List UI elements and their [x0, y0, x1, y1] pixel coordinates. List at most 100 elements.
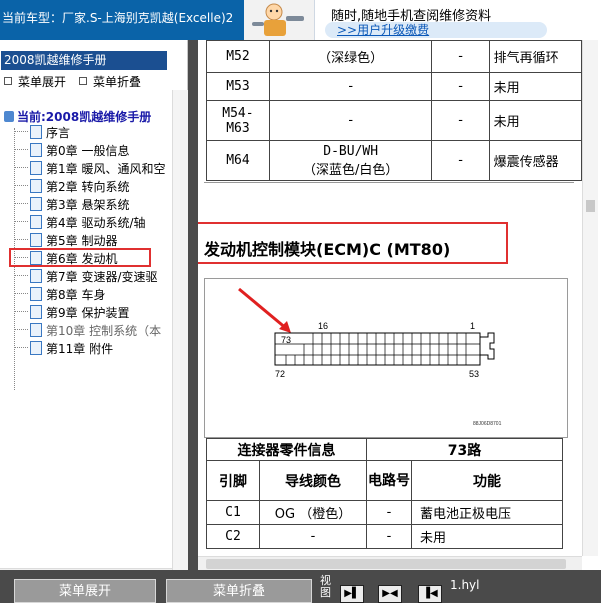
page-icon [30, 323, 42, 337]
pin-cell: C1 [206, 500, 260, 525]
tree-item-ch11[interactable]: 第11章 附件 [14, 340, 174, 358]
tree-item-preface[interactable]: 序言 [14, 124, 174, 142]
page-icon [30, 125, 42, 139]
table-header-row: 引脚 导线颜色 电路号 功能 [206, 460, 563, 501]
file-name-label: 1.hyl [450, 578, 480, 592]
circuit-cell: - [366, 524, 412, 549]
tree-item-ch1[interactable]: 第1章 暖风、通风和空 [14, 160, 174, 178]
arrows-both-icon: ▶◀ [382, 588, 398, 599]
wire-color-cell: - [268, 72, 433, 101]
content-hscroll-thumb[interactable] [206, 559, 566, 569]
circuit-cell: - [431, 140, 490, 181]
wire-color-cell: OG （橙色） [259, 500, 367, 525]
content-vertical-scrollbar[interactable] [582, 40, 598, 556]
function-cell: 排气再循环 [488, 40, 582, 73]
sidebar-vertical-scrollbar[interactable] [172, 90, 188, 570]
tree-item-ch2[interactable]: 第2章 转向系统 [14, 178, 174, 196]
pin-cell: C2 [206, 524, 260, 549]
upgrade-link[interactable]: >>用户升级缴费 [325, 22, 547, 38]
wire-color-cell: - [259, 524, 367, 549]
view-split-pane-button[interactable]: ▶◀ [378, 585, 402, 603]
connector-info-table: 连接器零件信息 73路 引脚 导线颜色 电路号 功能 C1 OG （橙色） - … [206, 438, 563, 549]
page-icon [30, 161, 42, 175]
connector-pin-table: M52 （深绿色） - 排气再循环 M53 - - 未用 M54- M63 - -… [206, 40, 582, 181]
connector-face-drawing: 73 16 1 72 53 88J06D8701 [238, 287, 502, 427]
figure-code: 88J06D8701 [473, 421, 502, 427]
page-icon [30, 215, 42, 229]
view-label: 视图 [320, 574, 331, 599]
wire-color-cell: （深绿色） [268, 40, 433, 73]
page-icon [30, 305, 42, 319]
page-icon [30, 179, 42, 193]
tree-item-ch9[interactable]: 第9章 保护装置 [14, 304, 174, 322]
table-row: M53 - - 未用 [206, 72, 582, 101]
menu-expand-link[interactable]: 菜单展开 [4, 73, 66, 90]
tree-item-ch7[interactable]: 第7章 变速器/变速驱 [14, 268, 174, 286]
pin-72-label: 72 [275, 369, 285, 379]
arrow-right-icon: ▶▌ [344, 588, 360, 599]
section-title: 发动机控制模块(ECM)C (MT80) [204, 240, 451, 259]
column-header-color: 导线颜色 [259, 460, 367, 501]
circuit-cell: - [431, 100, 490, 141]
page-icon [30, 233, 42, 247]
function-cell: 未用 [488, 100, 582, 141]
function-cell: 爆震传感器 [488, 140, 582, 181]
menu-expand-button[interactable]: 菜单展开 [14, 579, 156, 603]
column-header-pin: 引脚 [206, 460, 260, 501]
view-left-pane-button[interactable]: ▐◀ [418, 585, 442, 603]
tree-root[interactable]: 当前:2008凯越维修手册 [4, 108, 172, 125]
circuit-cell: - [431, 72, 490, 101]
mascot-logo [244, 0, 314, 40]
pin-cell: M53 [206, 72, 270, 101]
table-row: M64 D-BU/WH （深蓝色/白色） - 爆震传感器 [206, 140, 582, 181]
top-bar: 当前车型：厂家.S-上海别克凯越(Excelle)2 随时,随地手机查阅维修资料… [0, 0, 601, 40]
column-header-circuit: 电路号 [366, 460, 412, 501]
tree-item-ch0[interactable]: 第0章 一般信息 [14, 142, 174, 160]
page-icon [30, 197, 42, 211]
arrow-left-icon: ▐◀ [422, 588, 438, 599]
section-divider [204, 182, 574, 183]
tree-item-ch10[interactable]: 第10章 控制系统（本 [14, 322, 174, 340]
pin-cell: M52 [206, 40, 270, 73]
pin-cell: M64 [206, 140, 270, 181]
manual-title[interactable]: 2008凯越维修手册 [1, 51, 167, 70]
function-cell: 蓄电池正极电压 [411, 500, 563, 525]
column-header-function: 功能 [411, 460, 563, 501]
content-pane: M52 （深绿色） - 排气再循环 M53 - - 未用 M54- M63 - -… [198, 40, 582, 556]
content-horizontal-scrollbar[interactable] [198, 556, 582, 571]
expand-square-icon [4, 77, 12, 85]
sidebar: 2008凯越维修手册 菜单展开 菜单折叠 当前:2008凯越维修手册 序言 第0… [0, 40, 188, 585]
book-icon [4, 111, 14, 122]
menu-collapse-button[interactable]: 菜单折叠 [166, 579, 312, 603]
function-cell: 未用 [411, 524, 563, 549]
bottom-toolbar: 菜单展开 菜单折叠 视图 ▶▌ ▶◀ ▐◀ 1.hyl [0, 570, 601, 603]
connector-diagram: 73 16 1 72 53 88J06D8701 [204, 278, 568, 438]
tree-item-ch8[interactable]: 第8章 车身 [14, 286, 174, 304]
part-info-header: 连接器零件信息 [206, 438, 367, 461]
table-header-row: 连接器零件信息 73路 [206, 438, 563, 461]
page-icon [30, 143, 42, 157]
content-scroll-thumb[interactable] [586, 200, 595, 212]
table-row: C2 - - 未用 [206, 524, 563, 549]
table-row: M52 （深绿色） - 排气再循环 [206, 40, 582, 73]
selected-item-highlight [9, 248, 151, 267]
collapse-square-icon [79, 77, 87, 85]
way-count-header: 73路 [366, 438, 563, 461]
table-row: C1 OG （橙色） - 蓄电池正极电压 [206, 500, 563, 525]
tree-item-ch4[interactable]: 第4章 驱动系统/轴 [14, 214, 174, 232]
circuit-cell: - [431, 40, 490, 73]
promo-banner: 随时,随地手机查阅维修资料 >>用户升级缴费 [314, 0, 601, 40]
page-icon [30, 341, 42, 355]
tree-item-ch3[interactable]: 第3章 悬架系统 [14, 196, 174, 214]
vehicle-label: 当前车型：厂家.S-上海别克凯越(Excelle)2 [2, 11, 234, 25]
pin-73-label: 73 [281, 335, 291, 345]
pin-53-label: 53 [469, 369, 479, 379]
panel-splitter[interactable] [188, 40, 198, 570]
function-cell: 未用 [488, 72, 582, 101]
view-single-pane-button[interactable]: ▶▌ [340, 585, 364, 603]
menu-collapse-link[interactable]: 菜单折叠 [79, 73, 141, 90]
table-row: M54- M63 - - 未用 [206, 100, 582, 141]
wire-color-cell: D-BU/WH （深蓝色/白色） [268, 140, 433, 181]
page-icon [30, 269, 42, 283]
pin-cell: M54- M63 [206, 100, 270, 141]
